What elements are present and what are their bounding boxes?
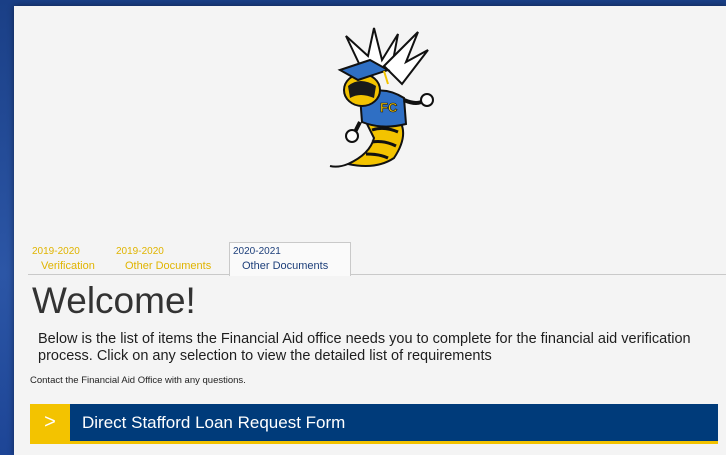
accordion-direct-stafford-loan-request-form[interactable]: > Direct Stafford Loan Request Form (30, 404, 718, 444)
accordion-title: Direct Stafford Loan Request Form (82, 413, 346, 432)
contact-note: Contact the Financial Aid Office with an… (30, 375, 246, 386)
tab-2019-2020-other-documents[interactable]: 2019-2020 Other Documents (116, 246, 211, 276)
tab-2019-2020-verification[interactable]: 2019-2020 Verification (32, 246, 95, 276)
tab-year: 2019-2020 (116, 246, 164, 257)
tab-label: Verification (41, 260, 95, 272)
mascot-badge-text: FC (380, 100, 398, 115)
page-title: Welcome! (32, 280, 196, 321)
tab-label: Other Documents (242, 260, 329, 272)
intro-text: Below is the list of items the Financial… (38, 331, 691, 364)
document-tabs: 2019-2020 Verification 2019-2020 Other D… (28, 242, 726, 276)
tab-year: 2019-2020 (32, 246, 80, 257)
hornet-mascot-logo: FC (329, 27, 434, 168)
content-panel: FC 2019-2020 Verification 2019-2020 Othe… (14, 6, 726, 455)
tab-label: Other Documents (125, 260, 212, 272)
chevron-right-icon: > (30, 404, 70, 441)
tab-year: 2020-2021 (233, 246, 281, 257)
tab-2020-2021-other-documents[interactable]: 2020-2021 Other Documents (229, 242, 351, 276)
